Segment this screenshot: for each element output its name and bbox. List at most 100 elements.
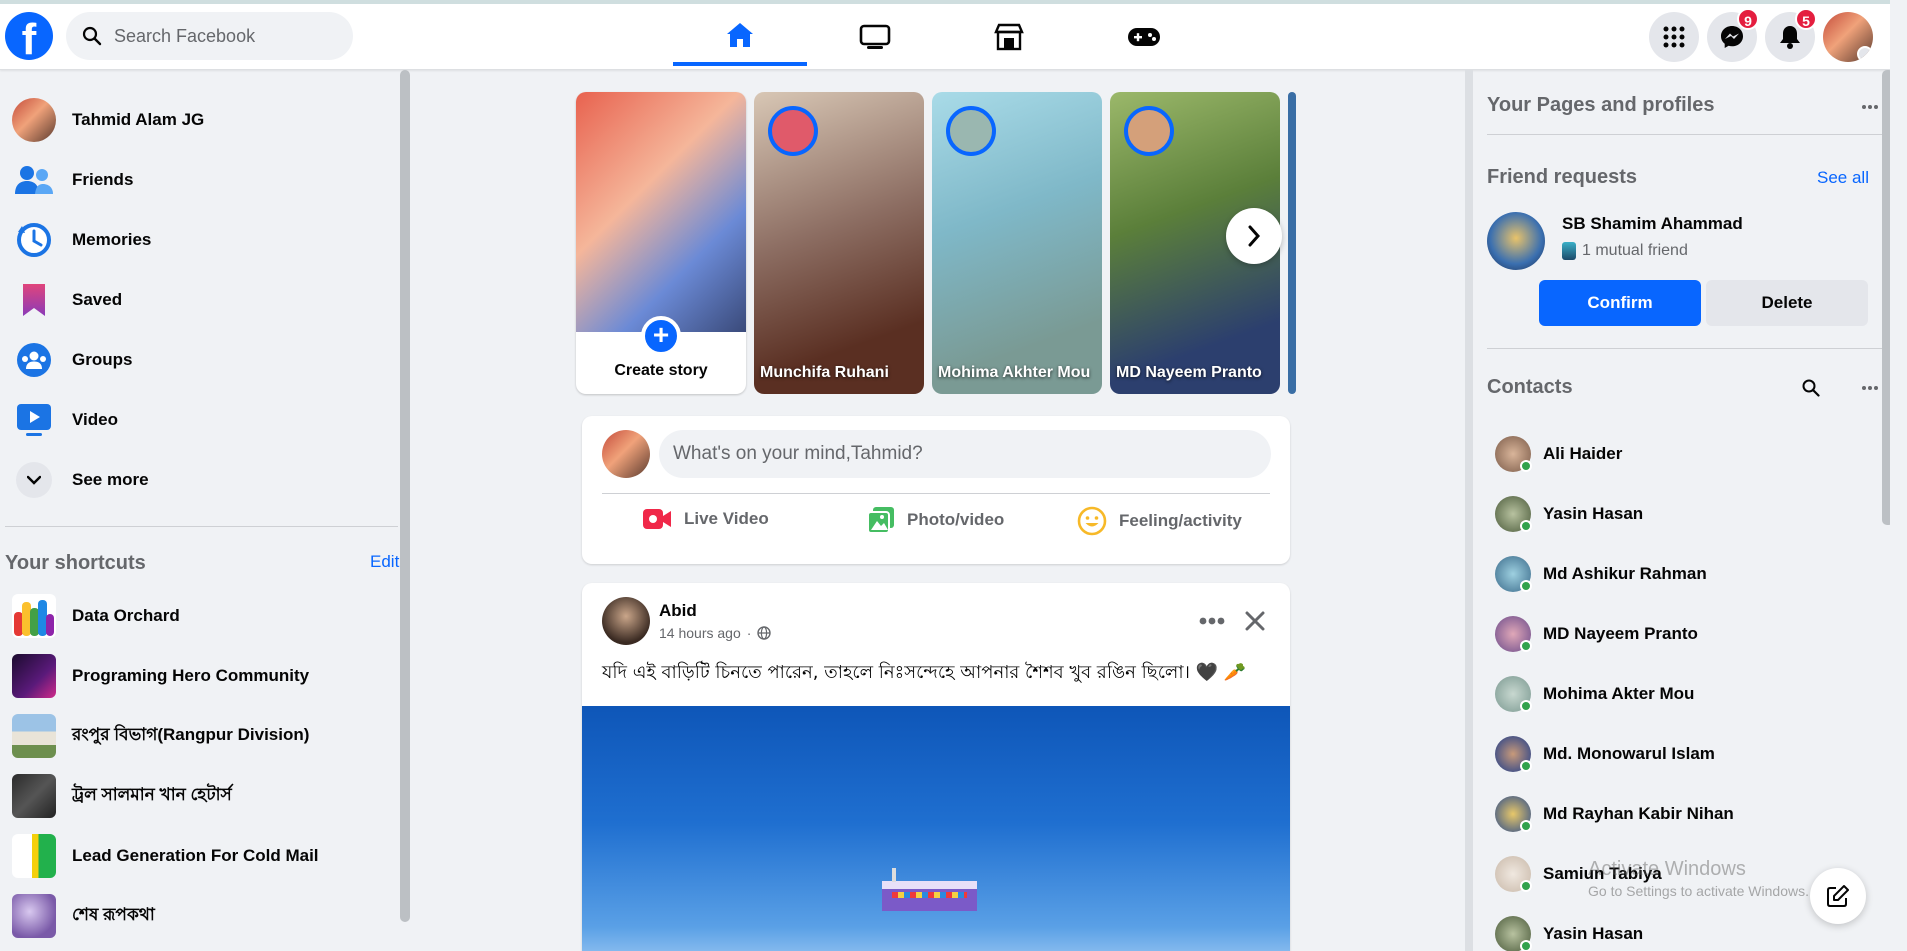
post-image[interactable] (582, 706, 1290, 951)
story-author: Munchifa Ruhani (760, 364, 889, 381)
shortcut-item[interactable]: Lead Generation For Cold Mail (12, 828, 319, 884)
chevron-down-icon (12, 458, 56, 502)
request-avatar[interactable] (1487, 212, 1545, 270)
request-name[interactable]: SB Shamim Ahammad (1562, 214, 1743, 234)
stories-next-button[interactable] (1226, 208, 1282, 264)
left-sidebar: Tahmid Alam JG Friends Memories Saved Gr… (0, 70, 410, 951)
pages-options-button[interactable] (1855, 92, 1885, 122)
photo-video-label: Photo/video (907, 510, 1005, 529)
post-meta: 14 hours ago · (659, 625, 772, 641)
shortcut-item[interactable]: Data Orchard (12, 588, 180, 644)
delete-button[interactable]: Delete (1706, 280, 1868, 326)
sidebar-item-memories[interactable]: Memories (12, 212, 151, 268)
photo-video-button[interactable]: Photo/video (867, 506, 1004, 534)
new-message-button[interactable] (1810, 868, 1866, 924)
gaming-icon (1128, 28, 1160, 46)
globe-icon (757, 626, 772, 640)
friends-icon (12, 158, 56, 202)
menu-button[interactable] (1649, 12, 1699, 62)
shortcut-label: ট্রল সালমান খান হেটার্স (72, 785, 232, 804)
tab-home[interactable] (673, 8, 807, 66)
contact-item[interactable]: Ali Haider (1495, 426, 1622, 482)
marketplace-icon (994, 23, 1024, 51)
post-author-avatar[interactable] (602, 597, 650, 645)
contact-item[interactable]: MD Nayeem Pranto (1495, 606, 1698, 662)
search-input[interactable] (114, 25, 334, 47)
shortcut-item[interactable]: রংপুর বিভাগ(Rangpur Division) (12, 708, 309, 764)
contact-avatar (1495, 856, 1532, 892)
online-indicator (1520, 940, 1532, 951)
notifications-button[interactable]: 5 (1765, 8, 1817, 62)
sidebar-item-profile[interactable]: Tahmid Alam JG (12, 92, 204, 148)
page-margin (1890, 0, 1907, 951)
tab-watch[interactable] (808, 8, 942, 66)
shortcut-label: Lead Generation For Cold Mail (72, 846, 319, 865)
shortcut-thumbnail (12, 774, 56, 818)
contact-item[interactable]: Md Ashikur Rahman (1495, 546, 1707, 602)
shortcut-item[interactable]: শেষ রূপকথা (12, 888, 155, 944)
post-options-button[interactable] (1194, 603, 1230, 639)
contact-item[interactable]: Yasin Hasan (1495, 486, 1643, 542)
sidebar-item-groups[interactable]: Groups (12, 332, 132, 388)
shortcut-thumbnail (12, 594, 56, 638)
sidebar-divider (5, 526, 398, 527)
search-box[interactable] (66, 12, 353, 60)
account-avatar[interactable] (1823, 12, 1873, 62)
live-video-button[interactable]: Live Video (642, 506, 769, 532)
shortcuts-title: Your shortcuts (5, 552, 146, 574)
shortcut-label: রংপুর বিভাগ(Rangpur Division) (72, 725, 310, 744)
contact-item[interactable]: Md Rayhan Kabir Nihan (1495, 786, 1734, 842)
contact-avatar (1495, 556, 1532, 592)
sidebar-item-saved[interactable]: Saved (12, 272, 122, 328)
contact-name: MD Nayeem Pranto (1543, 624, 1698, 643)
contact-avatar (1495, 736, 1532, 772)
chevron-right-icon (1248, 225, 1261, 247)
shortcut-item[interactable]: Programing Hero Community (12, 648, 309, 704)
story-card[interactable]: Mohima Akhter Mou (932, 92, 1102, 394)
composer-input[interactable]: What's on your mind,Tahmid? (659, 430, 1271, 478)
contacts-options-button[interactable] (1855, 372, 1885, 404)
hide-post-button[interactable] (1237, 603, 1273, 639)
sidebar-item-see-more[interactable]: See more (12, 452, 149, 508)
online-indicator (1520, 580, 1532, 592)
create-story-photo (576, 92, 746, 332)
confirm-button[interactable]: Confirm (1539, 280, 1701, 326)
sidebar-item-video[interactable]: Video (12, 392, 118, 448)
contact-item[interactable]: Mohima Akter Mou (1495, 666, 1694, 722)
feed-post: Abid 14 hours ago · যদি এই বাড়িটি চিনতে… (582, 583, 1290, 951)
shortcuts-edit-link[interactable]: Edit (370, 552, 399, 572)
messenger-button[interactable]: 9 (1707, 8, 1759, 62)
facebook-logo[interactable]: f (5, 12, 53, 60)
contacts-search-button[interactable] (1795, 372, 1827, 404)
tab-marketplace[interactable] (942, 8, 1076, 66)
contact-name: Yasin Hasan (1543, 504, 1644, 523)
search-icon (82, 26, 102, 46)
left-scrollbar[interactable] (400, 70, 410, 922)
story-avatar (1124, 106, 1174, 156)
story-card[interactable]: Munchifa Ruhani (754, 92, 924, 394)
composer-avatar (602, 430, 650, 478)
create-story-card[interactable]: + Create story (576, 92, 746, 394)
sidebar-item-friends[interactable]: Friends (12, 152, 133, 208)
right-divider (1487, 348, 1882, 349)
post-image-chimney (892, 868, 896, 882)
contact-name: Yasin Hasan (1543, 924, 1644, 943)
contact-item[interactable]: Md. Monowarul Islam (1495, 726, 1715, 782)
right-divider (1487, 134, 1882, 135)
shortcut-item[interactable]: ট্রল সালমান খান হেটার্স (12, 768, 232, 824)
post-author-name[interactable]: Abid (659, 601, 697, 621)
sidebar-item-label: Saved (72, 290, 123, 309)
online-indicator (1520, 460, 1532, 472)
feeling-activity-button[interactable]: Feeling/activity (1077, 506, 1242, 536)
tab-gaming[interactable] (1077, 8, 1211, 66)
feed-scroll-track[interactable] (1465, 70, 1473, 951)
see-all-link[interactable]: See all (1817, 168, 1869, 188)
story-card-partial[interactable] (1288, 92, 1296, 394)
composer-divider (602, 493, 1270, 494)
post-text: যদি এই বাড়িটি চিনতে পারেন, তাহলে নিঃসন্… (602, 662, 1247, 683)
post-timestamp[interactable]: 14 hours ago (659, 625, 741, 641)
online-indicator (1520, 520, 1532, 532)
memories-icon (12, 218, 56, 262)
contact-item[interactable]: Yasin Hasan (1495, 906, 1643, 951)
shortcut-thumbnail (12, 834, 56, 878)
